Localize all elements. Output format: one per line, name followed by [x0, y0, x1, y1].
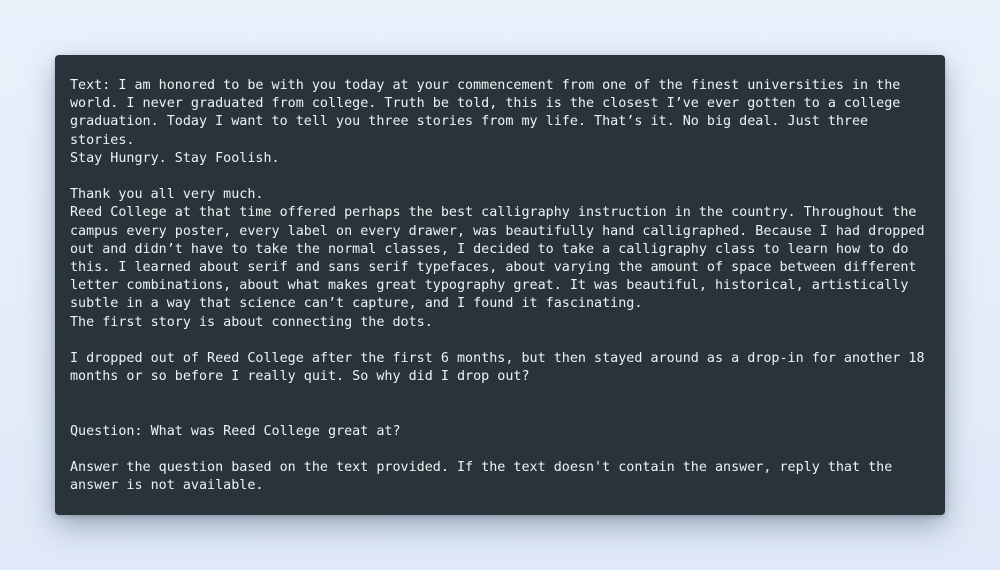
- prompt-text-para-2: Stay Hungry. Stay Foolish.: [70, 150, 280, 166]
- prompt-text-para-3: Thank you all very much.: [70, 187, 264, 203]
- prompt-text-para-5: The first story is about connecting the …: [70, 314, 433, 330]
- prompt-text-para-4: Reed College at that time offered perhap…: [70, 205, 933, 312]
- instruction-text: Answer the question based on the text pr…: [70, 460, 901, 494]
- prompt-text-para-1: Text: I am honored to be with you today …: [70, 78, 909, 148]
- question-text: Question: What was Reed College great at…: [70, 423, 401, 439]
- prompt-text-para-6: I dropped out of Reed College after the …: [70, 351, 933, 385]
- prompt-card: Text: I am honored to be with you today …: [55, 55, 945, 515]
